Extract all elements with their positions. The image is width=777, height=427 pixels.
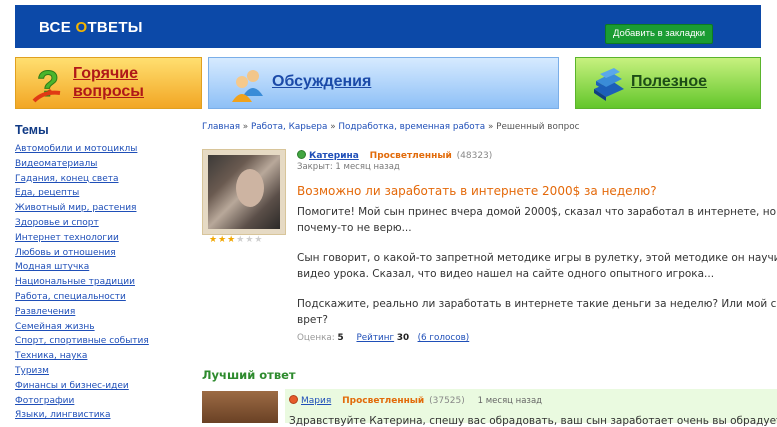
topic-link[interactable]: Национальные традиции [15, 277, 135, 287]
answer-author-avatar[interactable] [202, 391, 278, 423]
topic-link[interactable]: Еда, рецепты [15, 188, 79, 198]
topic-link[interactable]: Техника, наука [15, 351, 87, 361]
votes-link[interactable]: (6 голосов) [418, 333, 470, 343]
breadcrumb-separator: » [330, 122, 336, 132]
topic-link[interactable]: Языки, лингвистика [15, 410, 111, 420]
question-mark-icon: ? [32, 63, 61, 105]
star-empty-icon: ★ [236, 235, 246, 245]
tile-useful[interactable]: Полезное [575, 57, 761, 109]
topic-link[interactable]: Видеоматериалы [15, 159, 97, 169]
breadcrumb-separator: » [242, 122, 249, 132]
avatar-photo [208, 155, 280, 229]
breadcrumb-separator: » [487, 122, 494, 132]
topics-sidebar: Темы Автомобили и мотоциклы Видеоматериа… [15, 123, 190, 423]
question-closed-status: Закрыт: 1 месяц назад [297, 162, 400, 172]
add-bookmark-button[interactable]: Добавить в закладки [604, 24, 713, 44]
topic-link[interactable]: Автомобили и мотоциклы [15, 144, 137, 154]
breadcrumb-home[interactable]: Главная [202, 122, 240, 132]
tile-useful-label[interactable]: Полезное [631, 73, 707, 91]
question-paragraph: Помогите! Мой сын принес вчера домой 200… [297, 206, 777, 234]
topic-link[interactable]: Интернет технологии [15, 233, 119, 243]
topics-list: Автомобили и мотоциклы Видеоматериалы Га… [15, 142, 190, 423]
question-rating-line: Оценка: 5 Рейтинг 30 (6 голосов) [297, 333, 469, 343]
tile-discussions-label[interactable]: Обсуждения [272, 73, 371, 91]
star-empty-icon: ★ [254, 235, 264, 245]
user-status-icon [297, 150, 306, 159]
star-filled-icon: ★ [218, 235, 228, 245]
answer-author-rank: Просветленный [342, 396, 425, 406]
answer-author-line: Мария Просветленный (37525) 1 месяц наза… [289, 395, 542, 406]
question-author-avatar[interactable] [202, 149, 286, 235]
question-author-points: (48323) [456, 151, 493, 161]
breadcrumb: Главная » Работа, Карьера » Подработка, … [202, 122, 579, 132]
author-star-rating: ★★★★★★ [209, 235, 263, 245]
topic-link[interactable]: Здоровье и спорт [15, 218, 99, 228]
breadcrumb-current: Решенный вопрос [496, 122, 580, 132]
topic-link[interactable]: Развлечения [15, 307, 75, 317]
tile-discussions[interactable]: Обсуждения [208, 57, 559, 109]
question-body: Помогите! Мой сын принес вчера домой 200… [297, 205, 777, 344]
score-value: 5 [337, 333, 344, 343]
rating-link[interactable]: Рейтинг [356, 333, 394, 343]
breadcrumb-category[interactable]: Работа, Карьера [251, 122, 327, 132]
books-icon [594, 68, 624, 101]
answer-author-points: (37525) [429, 396, 465, 406]
topic-link[interactable]: Фотографии [15, 396, 74, 406]
topic-link[interactable]: Животный мир, растения [15, 203, 136, 213]
site-header: ВСЕ ОТВЕТЫ Добавить в закладки [15, 5, 761, 48]
logo-accent-letter: О [75, 19, 88, 36]
logo-suffix: ТВЕТЫ [87, 19, 143, 36]
rating-value: 30 [396, 333, 410, 343]
star-filled-icon: ★ [227, 235, 237, 245]
avatar-face [236, 169, 264, 207]
answer-author-name[interactable]: Мария [301, 396, 331, 406]
breadcrumb-subcategory[interactable]: Подработка, временная работа [338, 122, 485, 132]
topics-title: Темы [15, 123, 49, 137]
topic-link[interactable]: Спорт, спортивные события [15, 336, 149, 346]
question-author-name[interactable]: Катерина [309, 151, 359, 161]
tile-hot-questions[interactable]: ? Горячие вопросы [15, 57, 202, 109]
topic-link[interactable]: Модная штучка [15, 262, 89, 272]
question-paragraph: Подскажите, реально ли заработать в инте… [297, 298, 777, 326]
logo-prefix: ВСЕ [39, 19, 76, 36]
topic-link[interactable]: Гадания, конец света [15, 174, 119, 184]
answer-text: Здравствуйте Катерина, спешу вас обрадов… [289, 415, 777, 427]
topic-link[interactable]: Работа, специальности [15, 292, 126, 302]
tile-hot-questions-label[interactable]: Горячие вопросы [73, 65, 193, 101]
question-author-line: Катерина Просветленный (48323) [297, 150, 492, 161]
best-answer-heading: Лучший ответ [202, 368, 296, 382]
user-status-icon [289, 395, 298, 404]
topic-link[interactable]: Любовь и отношения [15, 248, 116, 258]
topic-link[interactable]: Туризм [15, 366, 49, 376]
people-icon [232, 70, 263, 102]
answer-time: 1 месяц назад [477, 396, 543, 406]
topic-link[interactable]: Финансы и бизнес-идеи [15, 381, 129, 391]
question-paragraph: Сын говорит, о какой-то запретной методи… [297, 252, 777, 280]
star-filled-icon: ★ [209, 235, 219, 245]
score-label: Оценка: [297, 333, 335, 343]
question-title: Возможно ли заработать в интернете 2000$… [297, 184, 657, 198]
question-author-rank: Просветленный [369, 151, 452, 161]
topic-link[interactable]: Семейная жизнь [15, 322, 95, 332]
site-logo[interactable]: ВСЕ ОТВЕТЫ [39, 19, 143, 36]
